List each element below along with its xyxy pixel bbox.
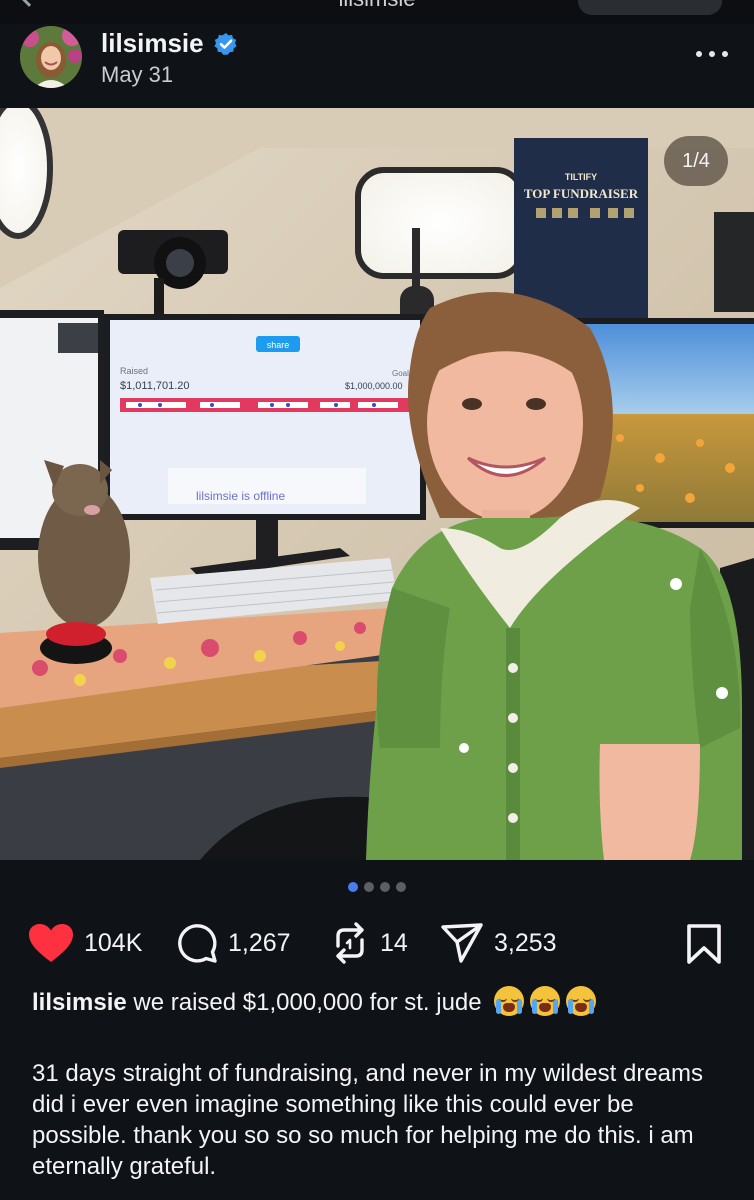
carousel-dot-2[interactable] — [364, 882, 374, 892]
repost-icon — [336, 922, 364, 964]
carousel-dot-1[interactable] — [348, 882, 358, 892]
post-body-text: 31 days straight of fundraising, and nev… — [32, 1060, 704, 1180]
more-icon — [696, 51, 702, 57]
comment-button[interactable]: 1,267 — [176, 918, 291, 968]
offline-text: lilsimsie is offline — [196, 489, 285, 503]
crying-emoji-icon — [566, 986, 597, 1016]
share-button[interactable]: 3,253 — [440, 918, 557, 968]
repost-count: 14 — [380, 928, 408, 957]
share-label: share — [267, 340, 290, 350]
post-date: May 31 — [101, 62, 174, 87]
post-username[interactable]: lilsimsie — [101, 28, 204, 59]
post-action-bar: 104K 1,267 14 3,253 — [0, 918, 754, 968]
more-options-button[interactable] — [690, 42, 734, 66]
goal-label: Goal — [392, 369, 409, 378]
banner-brand: TILTIFY — [565, 172, 597, 182]
top-navigation-bar: lilsimsie — [0, 0, 754, 24]
comment-icon — [178, 924, 217, 963]
like-button[interactable]: 104K — [28, 918, 142, 968]
share-icon — [441, 923, 483, 963]
crying-emoji-icon — [530, 986, 561, 1016]
share-count: 3,253 — [494, 928, 557, 957]
caption-text: we raised $1,000,000 for st. jude — [133, 989, 482, 1016]
avatar[interactable] — [20, 26, 82, 88]
raised-label: Raised — [120, 366, 148, 376]
post-photo[interactable]: TILTIFY TOP FUNDRAISER share Raised $1,0… — [0, 108, 754, 860]
carousel-page-counter: 1/4 — [664, 136, 728, 186]
banner-title: TOP FUNDRAISER — [524, 186, 639, 201]
top-bar-pill[interactable] — [578, 0, 722, 15]
carousel-dot-4[interactable] — [396, 882, 406, 892]
post-header: lilsimsie May 31 — [0, 24, 754, 108]
carousel-dot-3[interactable] — [380, 882, 390, 892]
raised-amount: $1,011,701.20 — [120, 380, 190, 392]
comment-count: 1,267 — [228, 928, 291, 957]
caption-username[interactable]: lilsimsie — [32, 989, 127, 1016]
post-caption: lilsimsie we raised $1,000,000 for st. j… — [32, 986, 732, 1020]
bookmark-icon[interactable] — [685, 924, 723, 964]
repost-button[interactable]: 14 — [330, 918, 408, 968]
photo-illustration: TILTIFY TOP FUNDRAISER share Raised $1,0… — [0, 108, 754, 860]
crying-emoji-icon — [494, 986, 525, 1016]
like-count: 104K — [84, 928, 143, 957]
verified-icon — [214, 33, 237, 55]
carousel-indicator[interactable] — [0, 882, 754, 892]
goal-amount: $1,000,000.00 — [345, 381, 403, 391]
heart-icon — [29, 924, 73, 962]
